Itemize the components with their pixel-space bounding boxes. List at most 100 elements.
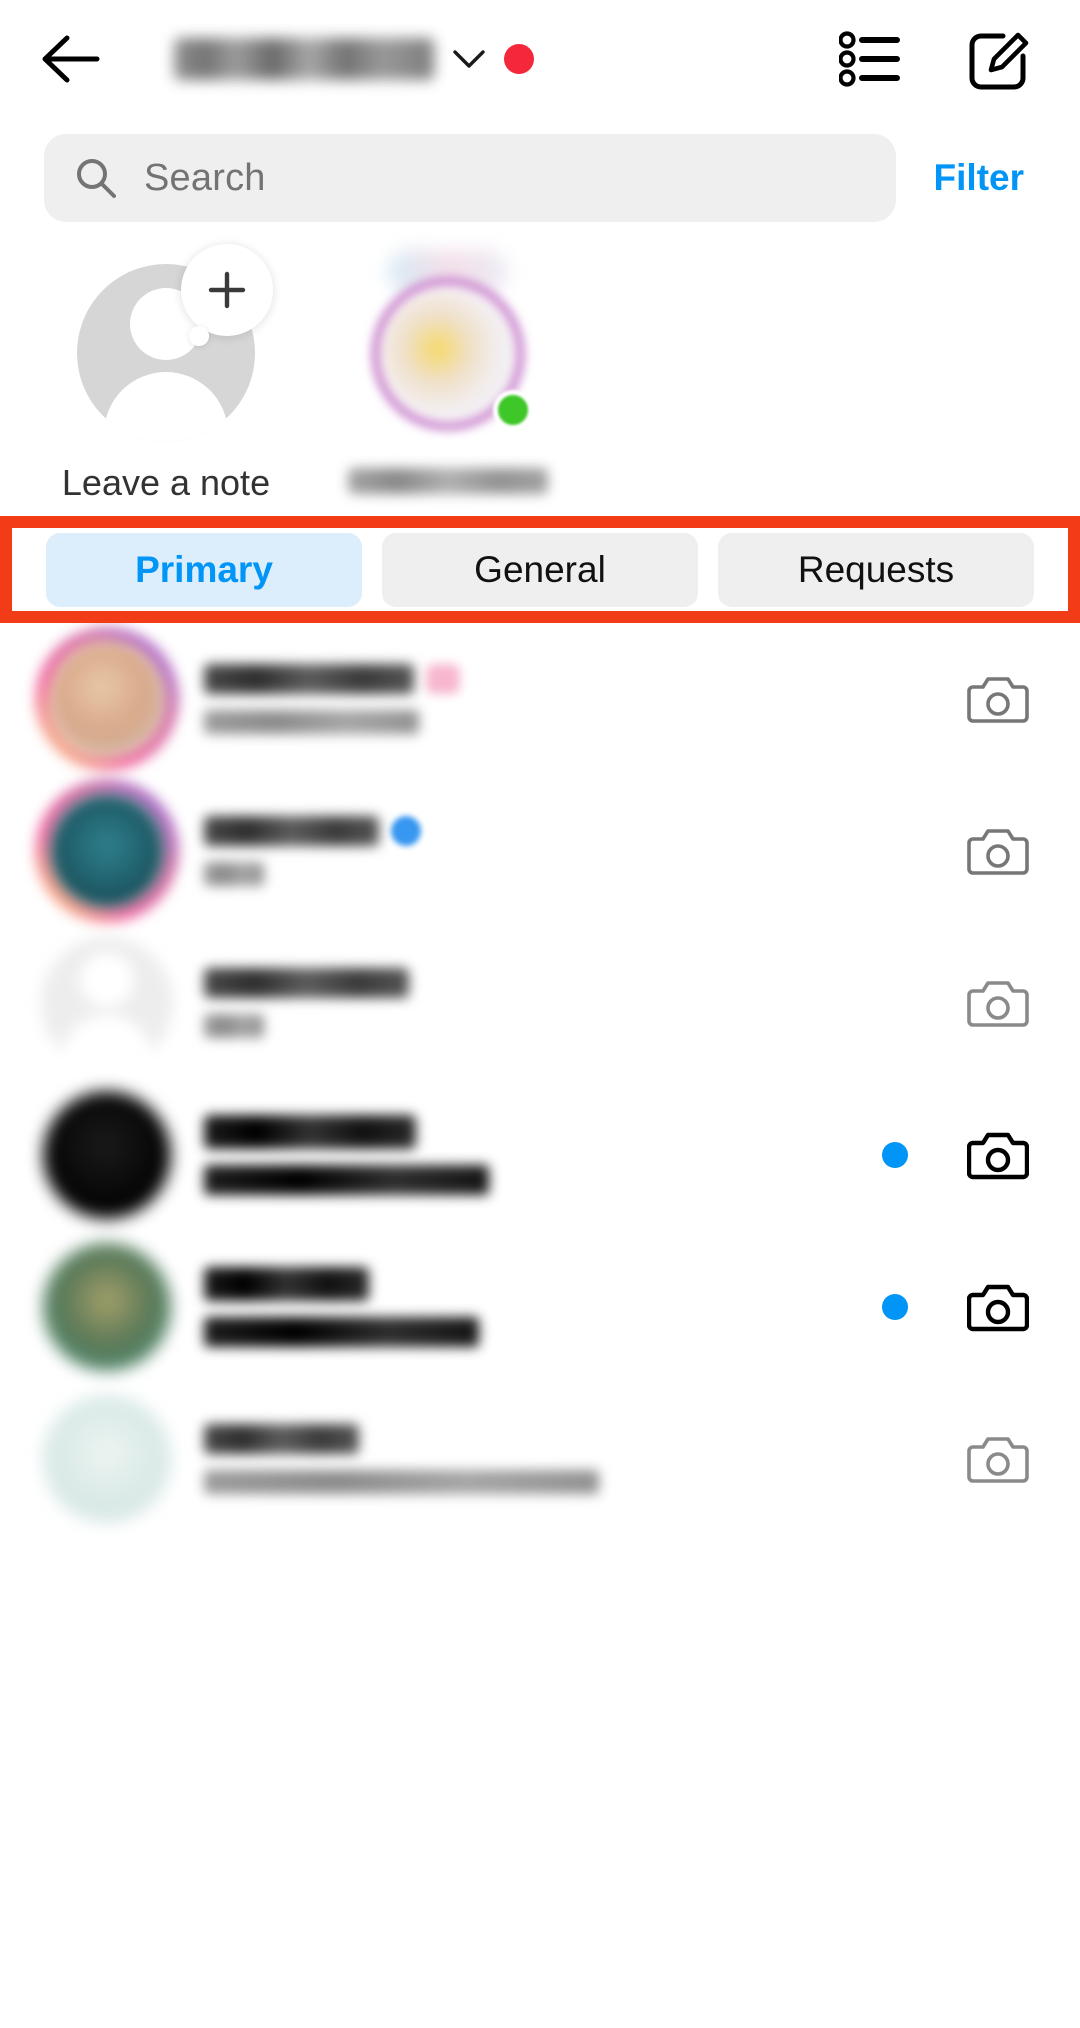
contact-name xyxy=(204,1115,416,1149)
message-preview xyxy=(204,1014,264,1038)
camera-icon xyxy=(967,823,1029,879)
profile-photo xyxy=(46,638,168,760)
tab-general[interactable]: General xyxy=(382,533,698,607)
table-row[interactable] xyxy=(0,1383,1080,1535)
table-row[interactable] xyxy=(0,927,1080,1079)
message-preview xyxy=(204,1317,479,1347)
search-placeholder: Search xyxy=(144,157,266,200)
message-requests-list-button[interactable] xyxy=(834,23,906,95)
unread-badge-dot xyxy=(504,44,534,74)
camera-button[interactable] xyxy=(960,975,1036,1031)
table-row[interactable] xyxy=(0,1231,1080,1383)
profile-photo xyxy=(43,1395,171,1523)
conversation-list xyxy=(0,623,1080,1535)
conversation-text xyxy=(184,816,960,886)
filter-button[interactable]: Filter xyxy=(906,157,1046,199)
verified-badge-icon xyxy=(391,816,421,846)
conversation-text xyxy=(184,664,960,734)
table-row[interactable] xyxy=(0,1079,1080,1231)
preview-line xyxy=(204,1165,882,1195)
camera-button[interactable] xyxy=(960,1431,1036,1487)
contact-name xyxy=(204,816,379,846)
camera-icon xyxy=(967,1127,1029,1183)
message-preview xyxy=(204,1165,489,1195)
unread-indicator-dot xyxy=(882,1142,908,1168)
preview-line xyxy=(204,1317,882,1347)
name-line xyxy=(204,1267,882,1301)
camera-icon xyxy=(967,975,1029,1031)
avatar[interactable] xyxy=(30,1091,184,1219)
compose-message-button[interactable] xyxy=(964,23,1036,95)
inbox-tabs: Primary General Requests xyxy=(12,528,1068,611)
message-preview xyxy=(204,1470,599,1494)
profile-photo xyxy=(43,1243,171,1371)
preview-line xyxy=(204,1470,960,1494)
name-line xyxy=(204,664,960,694)
table-row[interactable] xyxy=(0,623,1080,775)
contact-name xyxy=(204,1424,359,1454)
contact-name xyxy=(204,968,409,998)
note-item-leave-a-note[interactable]: Leave a note xyxy=(56,264,276,504)
name-line xyxy=(204,816,960,846)
conversation-text xyxy=(184,1115,882,1195)
online-status-dot xyxy=(493,390,533,430)
preview-line xyxy=(204,862,960,886)
chevron-down-icon xyxy=(452,48,486,70)
story-ring xyxy=(37,629,177,769)
camera-button[interactable] xyxy=(960,671,1036,727)
preview-line xyxy=(204,710,960,734)
note-label: Leave a note xyxy=(62,462,270,504)
contact-name xyxy=(204,1267,369,1301)
search-icon xyxy=(74,156,118,200)
avatar[interactable] xyxy=(30,937,184,1069)
add-note-button[interactable] xyxy=(181,244,273,336)
compose-pencil-icon xyxy=(967,26,1033,92)
instagram-dm-inbox-screen: Search Filter Leave a note xyxy=(0,0,1080,2028)
plus-icon xyxy=(204,267,250,313)
arrow-left-icon xyxy=(41,34,101,84)
camera-icon xyxy=(967,1279,1029,1335)
name-line xyxy=(204,1424,960,1454)
note-username xyxy=(348,468,548,494)
inbox-tabs-highlight-box: Primary General Requests xyxy=(0,516,1080,623)
search-row: Search Filter xyxy=(0,118,1080,222)
avatar[interactable] xyxy=(30,629,184,769)
notes-tray: Leave a note xyxy=(0,222,1080,504)
note-item-contact[interactable] xyxy=(338,264,558,504)
preview-line xyxy=(204,1014,960,1038)
note-avatar-wrap xyxy=(77,264,255,442)
app-header xyxy=(0,0,1080,118)
conversation-text xyxy=(184,1424,960,1494)
camera-icon xyxy=(967,671,1029,727)
conversation-text xyxy=(184,968,960,1038)
message-preview xyxy=(204,862,264,886)
message-preview xyxy=(204,710,419,734)
tab-primary[interactable]: Primary xyxy=(46,533,362,607)
avatar[interactable] xyxy=(30,1395,184,1523)
conversation-text xyxy=(184,1267,882,1347)
search-input[interactable]: Search xyxy=(44,134,896,222)
name-line xyxy=(204,1115,882,1149)
message-list-icon xyxy=(839,30,901,88)
profile-photo xyxy=(43,1091,171,1219)
account-switcher[interactable] xyxy=(174,38,534,80)
contact-name xyxy=(204,664,414,694)
camera-button[interactable] xyxy=(960,1279,1036,1335)
profile-photo-placeholder xyxy=(41,937,173,1069)
header-actions xyxy=(834,23,1046,95)
story-ring xyxy=(37,781,177,921)
back-button[interactable] xyxy=(34,22,108,96)
name-line xyxy=(204,968,960,998)
profile-photo xyxy=(46,790,168,912)
note-avatar-wrap xyxy=(359,264,537,442)
account-username xyxy=(174,38,434,80)
heart-emoji-icon xyxy=(426,664,460,694)
camera-button[interactable] xyxy=(960,823,1036,879)
camera-button[interactable] xyxy=(960,1127,1036,1183)
tab-requests[interactable]: Requests xyxy=(718,533,1034,607)
avatar[interactable] xyxy=(30,781,184,921)
camera-icon xyxy=(967,1431,1029,1487)
avatar[interactable] xyxy=(30,1243,184,1371)
table-row[interactable] xyxy=(0,775,1080,927)
unread-indicator-dot xyxy=(882,1294,908,1320)
